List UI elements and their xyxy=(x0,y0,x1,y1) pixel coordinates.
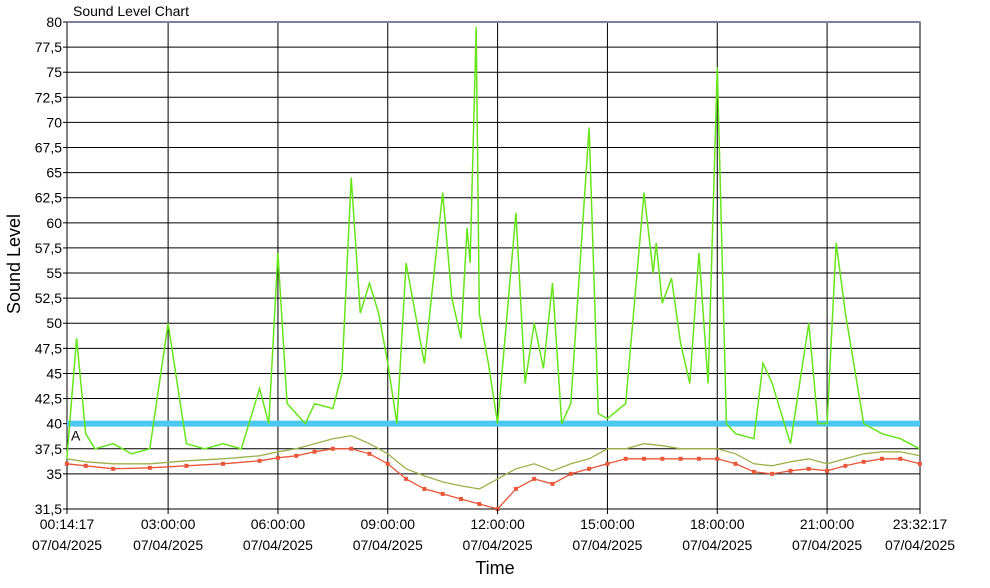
y-tick-label: 62,5 xyxy=(35,190,62,206)
y-tick-label: 52,5 xyxy=(35,290,62,306)
y-tick-label: 65 xyxy=(46,165,62,181)
x-tick-time: 06:00:00 xyxy=(251,516,306,532)
chart-title: Sound Level Chart xyxy=(73,3,189,19)
series-point-min xyxy=(751,469,756,474)
x-axis-label: Time xyxy=(475,558,514,578)
threshold-label: A xyxy=(71,428,81,444)
series-point-min xyxy=(312,449,317,454)
y-tick-label: 31,5 xyxy=(35,501,62,517)
x-tick-date: 07/04/2025 xyxy=(463,537,533,553)
y-tick-label: 37,5 xyxy=(35,441,62,457)
series-point-min xyxy=(477,501,482,506)
y-axis-ticks: 80 77,5 75 72,5 70 67,5 65 62,5 60 57,5 55 52,5 50 47… xyxy=(35,14,67,517)
x-tick-time: 18:00:00 xyxy=(690,516,745,532)
series-point-min xyxy=(898,456,903,461)
x-tick-time: 21:00:00 xyxy=(800,516,855,532)
series-point-min xyxy=(879,456,884,461)
series-point-min xyxy=(917,461,922,466)
x-axis-ticks: 00:14:17 07/04/2025 03:00:00 07/04/2025 06:0… xyxy=(32,509,955,553)
x-tick-time: 03:00:00 xyxy=(141,516,196,532)
series-point-min xyxy=(696,456,701,461)
series-point-min xyxy=(532,476,537,481)
y-axis-label: Sound Level xyxy=(4,214,24,314)
y-tick-label: 40 xyxy=(46,416,62,432)
x-tick-time: 23:32:17 xyxy=(893,516,948,532)
y-tick-label: 75 xyxy=(46,64,62,80)
x-tick-date: 07/04/2025 xyxy=(243,537,313,553)
series-point-min xyxy=(221,461,226,466)
y-tick-label: 55 xyxy=(46,265,62,281)
plot-area: A xyxy=(64,21,922,511)
series-point-min xyxy=(257,458,262,463)
series-point-min xyxy=(642,456,647,461)
x-tick-time: 12:00:00 xyxy=(470,516,525,532)
series-point-min xyxy=(513,486,518,491)
series-point-min xyxy=(550,481,555,486)
x-tick-time: 15:00:00 xyxy=(580,516,635,532)
series-point-min xyxy=(733,461,738,466)
series-point-min xyxy=(568,471,573,476)
y-tick-label: 50 xyxy=(46,315,62,331)
series-point-min xyxy=(861,459,866,464)
series-point-min xyxy=(587,466,592,471)
series-point-min xyxy=(788,468,793,473)
y-tick-label: 35 xyxy=(46,466,62,482)
series-point-min xyxy=(275,455,280,460)
x-tick-time: 09:00:00 xyxy=(361,516,416,532)
sound-level-chart: Sound Level Chart A 80 77,5 75 72,5 70 67,5 65… xyxy=(4,3,955,578)
series-point-min xyxy=(64,461,69,466)
y-tick-label: 60 xyxy=(46,215,62,231)
x-tick-date: 07/04/2025 xyxy=(133,537,203,553)
series-point-min xyxy=(83,463,88,468)
series-point-min xyxy=(458,496,463,501)
series-point-min xyxy=(294,453,299,458)
series-point-min xyxy=(605,461,610,466)
series-point-min xyxy=(843,463,848,468)
y-tick-label: 57,5 xyxy=(35,240,62,256)
series-point-min xyxy=(422,486,427,491)
series-point-min xyxy=(806,466,811,471)
series-point-min xyxy=(111,466,116,471)
series-point-min xyxy=(349,446,354,451)
series-point-min xyxy=(825,468,830,473)
x-tick-date: 07/04/2025 xyxy=(885,537,955,553)
series-point-min xyxy=(385,461,390,466)
y-tick-label: 47,5 xyxy=(35,340,62,356)
series-point-min xyxy=(678,456,683,461)
x-tick-time: 00:14:17 xyxy=(40,516,95,532)
series-point-min xyxy=(440,491,445,496)
y-tick-label: 70 xyxy=(46,114,62,130)
series-point-min xyxy=(147,465,152,470)
series-point-min xyxy=(715,456,720,461)
x-tick-date: 07/04/2025 xyxy=(682,537,752,553)
y-tick-label: 72,5 xyxy=(35,89,62,105)
y-tick-label: 42,5 xyxy=(35,391,62,407)
x-tick-date: 07/04/2025 xyxy=(32,537,102,553)
series-point-min xyxy=(660,456,665,461)
y-tick-label: 45 xyxy=(46,365,62,381)
x-tick-date: 07/04/2025 xyxy=(792,537,862,553)
series-point-min xyxy=(770,471,775,476)
series-point-min xyxy=(330,446,335,451)
y-tick-label: 80 xyxy=(46,14,62,30)
series-point-min xyxy=(367,451,372,456)
series-point-min xyxy=(404,476,409,481)
x-tick-date: 07/04/2025 xyxy=(572,537,642,553)
series-point-min xyxy=(623,456,628,461)
y-tick-label: 67,5 xyxy=(35,140,62,156)
x-tick-date: 07/04/2025 xyxy=(353,537,423,553)
series-point-min xyxy=(184,463,189,468)
y-tick-label: 77,5 xyxy=(35,39,62,55)
